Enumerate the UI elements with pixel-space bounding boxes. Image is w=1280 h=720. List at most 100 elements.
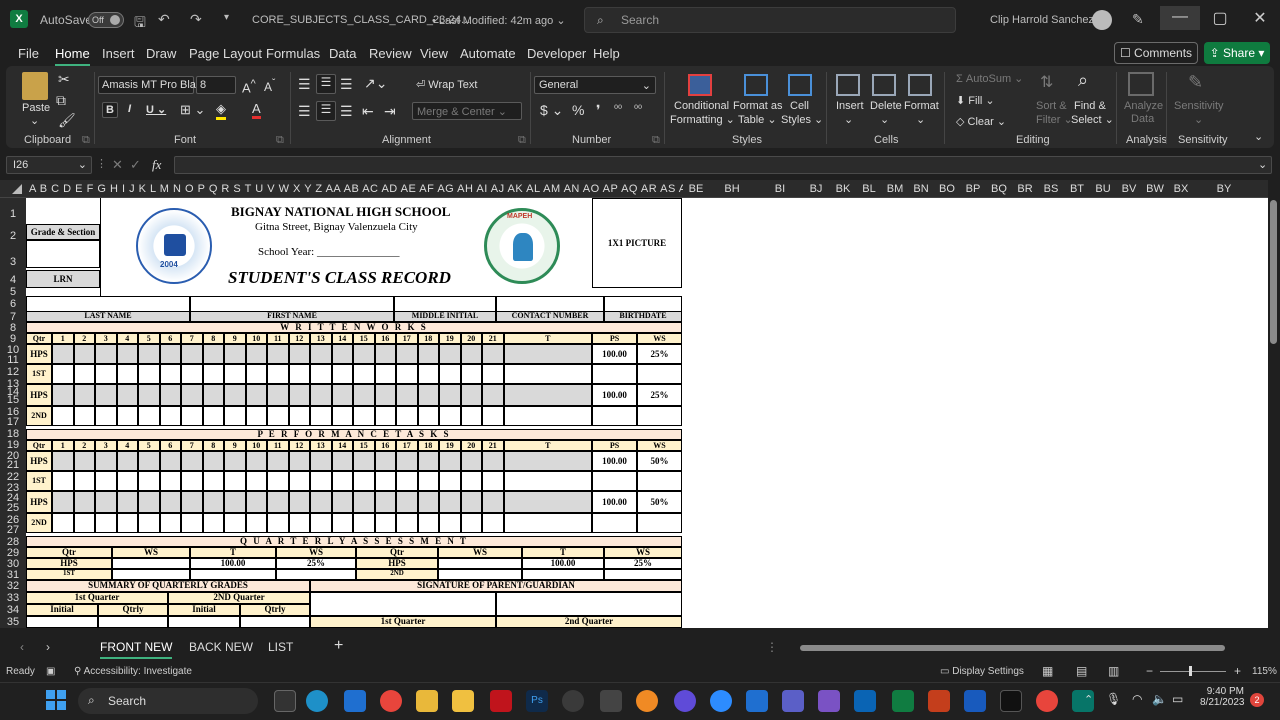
pt-score-cell[interactable] <box>374 471 396 491</box>
ww-score-cell[interactable] <box>396 406 418 426</box>
underline-button[interactable]: U ⌄ <box>146 103 166 116</box>
ww-score-cell[interactable] <box>95 406 117 426</box>
ww-score-cell[interactable] <box>460 384 482 406</box>
ww-score-cell[interactable] <box>503 364 592 384</box>
pt-score-cell[interactable] <box>95 491 117 513</box>
ww-score-cell[interactable] <box>439 344 461 364</box>
pt-score-cell[interactable] <box>181 471 203 491</box>
column-header[interactable]: BJ <box>810 183 823 195</box>
search-box[interactable]: ⌕ Search <box>584 7 956 33</box>
pt-score-cell[interactable] <box>73 451 95 471</box>
ww-score-cell[interactable] <box>95 344 117 364</box>
row-header[interactable]: 6 <box>0 298 26 310</box>
pt-score-cell[interactable] <box>460 471 482 491</box>
pt-ws-cell[interactable] <box>637 471 682 491</box>
ww-score-cell[interactable] <box>181 406 203 426</box>
ww-score-cell[interactable] <box>138 384 160 406</box>
menu-home[interactable]: Home <box>55 46 90 67</box>
qa-ws-value-2[interactable]: 25% <box>604 558 682 569</box>
pt-score-cell[interactable] <box>138 471 160 491</box>
merge-center-button[interactable]: Merge & Center ⌄ <box>412 102 522 120</box>
qa-ws-cell[interactable] <box>112 558 190 569</box>
pt-score-cell[interactable] <box>245 471 267 491</box>
conditional-formatting-label[interactable]: Conditional <box>674 100 729 112</box>
minimize-button[interactable]: — <box>1160 6 1200 30</box>
row-header[interactable]: 17 <box>0 416 26 428</box>
qa-cell[interactable] <box>604 569 682 580</box>
pt-score-cell[interactable] <box>202 471 224 491</box>
pt-ps-cell[interactable] <box>592 513 637 533</box>
ww-score-cell[interactable] <box>159 384 181 406</box>
media-player-icon[interactable] <box>818 690 840 712</box>
clipboard-launcher-icon[interactable]: ⧉ <box>82 134 90 147</box>
pt-score-cell[interactable] <box>331 491 353 513</box>
qa-cell[interactable] <box>438 569 522 580</box>
pt-ps-cell[interactable]: 100.00 <box>592 451 637 471</box>
comments-button[interactable]: ☐ Comments <box>1114 42 1198 64</box>
column-header[interactable]: BM <box>887 183 904 195</box>
ww-ws-cell[interactable] <box>637 364 682 384</box>
ww-score-cell[interactable] <box>52 344 74 364</box>
find-select-label[interactable]: Find & <box>1074 100 1106 112</box>
collapse-ribbon-icon[interactable]: ⌄ <box>1254 130 1263 143</box>
format-as-table-label-2[interactable]: Table ⌄ <box>738 113 777 126</box>
accessibility-status[interactable]: ⚲ Accessibility: Investigate <box>74 666 192 677</box>
pt-score-cell[interactable] <box>439 491 461 513</box>
ww-score-cell[interactable] <box>417 406 439 426</box>
pt-score-cell[interactable] <box>439 471 461 491</box>
add-sheet-icon[interactable]: + <box>334 637 343 655</box>
pt-score-cell[interactable] <box>417 451 439 471</box>
menu-formulas[interactable]: Formulas <box>266 46 320 61</box>
tab-front-new[interactable]: FRONT NEW <box>100 640 173 659</box>
pt-score-cell[interactable] <box>202 491 224 513</box>
sensitivity-icon[interactable]: ✎ <box>1188 72 1203 93</box>
row-header[interactable]: 12 <box>0 366 26 378</box>
conditional-formatting-icon[interactable] <box>688 74 712 96</box>
pt-score-cell[interactable] <box>138 491 160 513</box>
bing-icon[interactable] <box>344 690 366 712</box>
wifi-icon[interactable]: ◠ <box>1132 692 1142 706</box>
format-as-table-icon[interactable] <box>744 74 768 96</box>
ww-ps-cell[interactable]: 100.00 <box>592 344 637 364</box>
pt-score-cell[interactable] <box>374 491 396 513</box>
ww-score-cell[interactable] <box>310 406 332 426</box>
row-header[interactable]: 27 <box>0 524 26 536</box>
pt-score-cell[interactable] <box>181 513 203 533</box>
ww-score-cell[interactable] <box>374 406 396 426</box>
pt-score-cell[interactable] <box>224 451 246 471</box>
microphone-icon[interactable]: 🎙 <box>1106 692 1121 706</box>
pt-score-cell[interactable] <box>138 451 160 471</box>
insert-function-icon[interactable]: fx <box>152 157 161 173</box>
pt-score-cell[interactable] <box>202 451 224 471</box>
tiktok-icon[interactable] <box>1000 690 1022 712</box>
taskbar-search[interactable]: ⌕ Search <box>78 688 258 714</box>
pt-score-cell[interactable] <box>73 471 95 491</box>
cell-styles-icon[interactable] <box>788 74 812 96</box>
outlook-icon[interactable] <box>854 690 876 712</box>
analyze-data-icon[interactable] <box>1128 72 1154 96</box>
next-sheet-icon[interactable]: › <box>46 640 50 654</box>
ww-score-cell[interactable] <box>353 344 375 364</box>
sensitivity-button[interactable]: Sensitivity <box>1174 100 1224 112</box>
align-center-icon[interactable]: ☰ <box>316 101 336 121</box>
ww-score-cell[interactable] <box>482 344 504 364</box>
viber-icon[interactable] <box>674 690 696 712</box>
pt-score-cell[interactable] <box>116 513 138 533</box>
column-header[interactable]: BU <box>1095 183 1110 195</box>
row-header[interactable]: 4 <box>0 274 26 286</box>
analyze-data-label[interactable]: Analyze <box>1124 100 1163 112</box>
pt-score-cell[interactable] <box>245 451 267 471</box>
signature-box-1[interactable] <box>310 592 496 616</box>
fill-color-icon[interactable]: ◈ <box>216 101 226 120</box>
align-middle-icon[interactable]: ☰ <box>316 74 336 94</box>
qa-cell[interactable] <box>190 569 276 580</box>
decrease-decimal-icon[interactable]: ⁰⁰ <box>634 104 642 115</box>
cell-styles-label-2[interactable]: Styles ⌄ <box>781 113 823 126</box>
display-settings[interactable]: ▭ Display Settings <box>940 666 1024 677</box>
pt-score-cell[interactable] <box>331 513 353 533</box>
increase-decimal-icon[interactable]: ⁰⁰ <box>614 104 622 115</box>
pt-score-cell[interactable] <box>503 491 592 513</box>
pt-score-cell[interactable] <box>396 491 418 513</box>
qa-t-value[interactable]: 100.00 <box>190 558 276 569</box>
ww-score-cell[interactable] <box>460 406 482 426</box>
